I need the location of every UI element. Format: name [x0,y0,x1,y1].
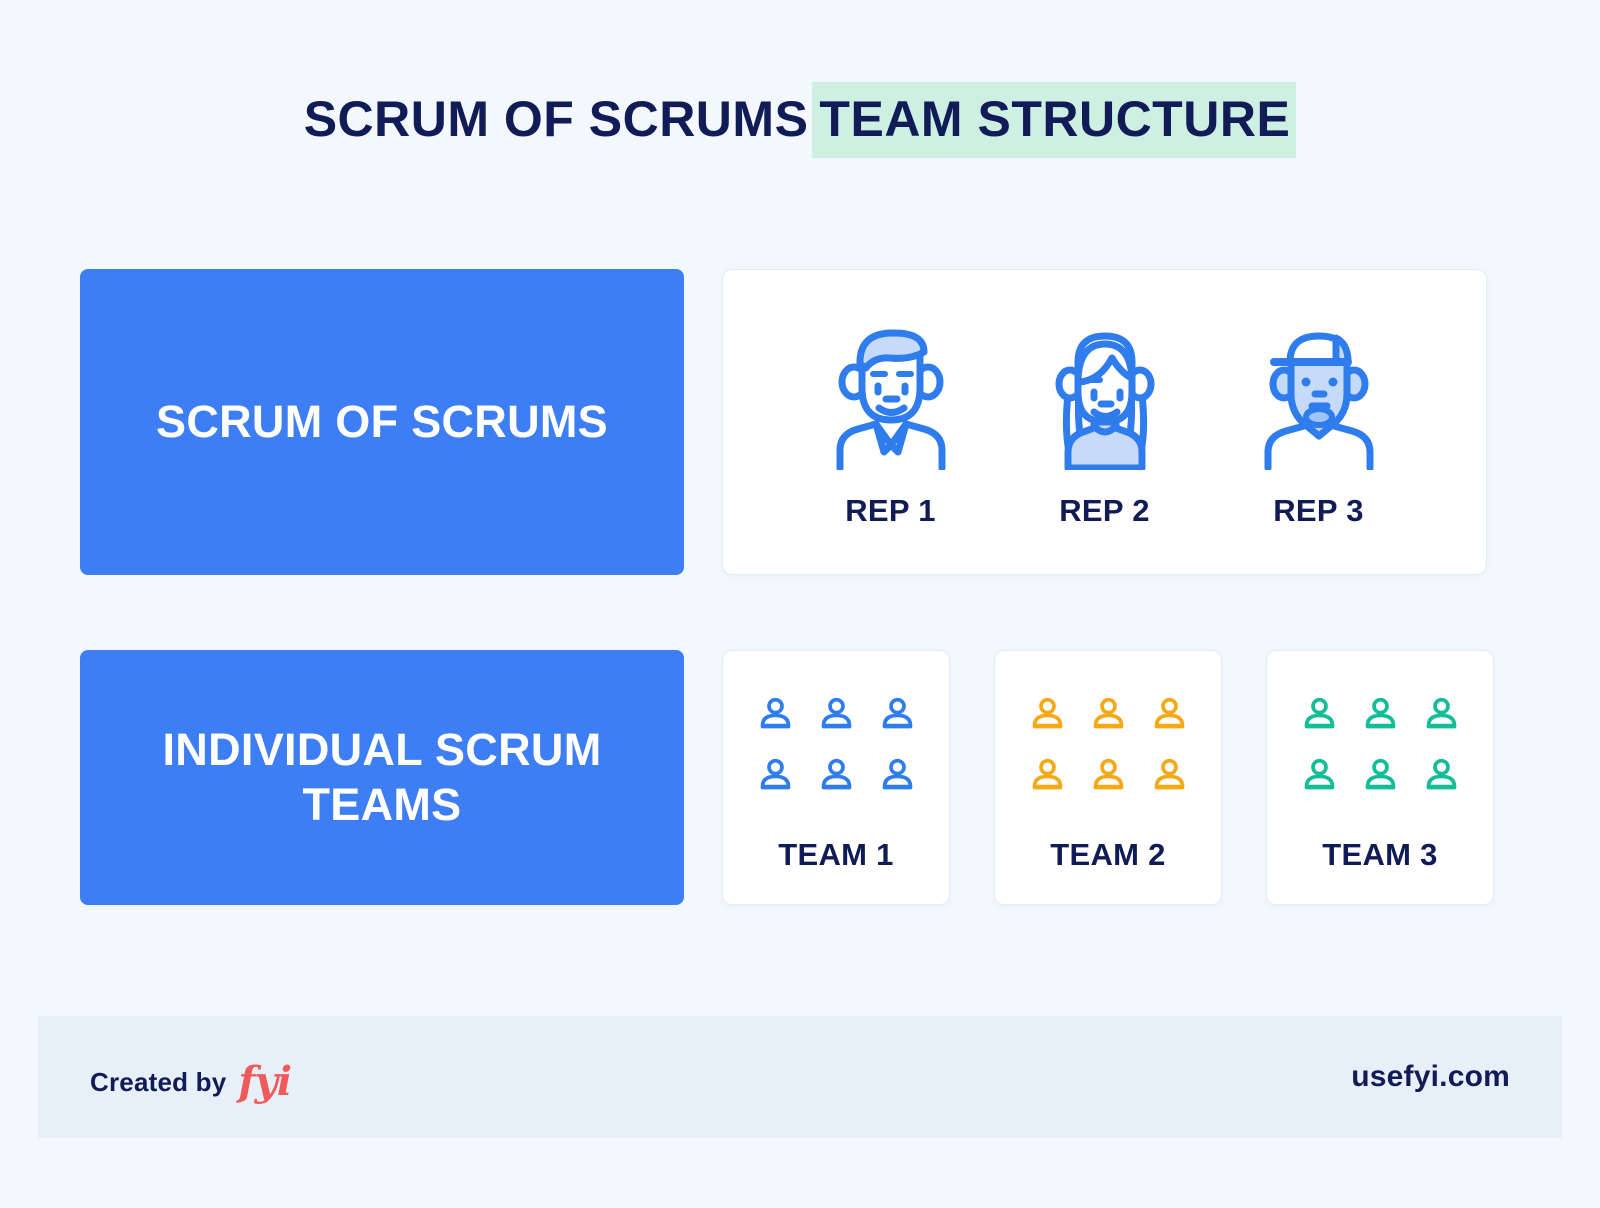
team-1-members [747,686,925,803]
scrum-of-scrums-label-box: SCRUM OF SCRUMS [80,269,684,575]
representatives-card: REP 1 REP 2 REP 3 [722,269,1487,575]
team-2-label: TEAM 2 [1050,837,1166,872]
credit-block: Created by fyi [90,1054,292,1105]
person-icon [1151,757,1188,794]
person-icon [757,696,794,733]
person-icon [1423,696,1460,733]
credit-label: Created by [90,1066,227,1097]
page-title: SCRUM OF SCRUMS TEAM STRUCTURE [0,82,1600,158]
person-icon [1423,757,1460,794]
person-icon [1362,696,1399,733]
avatar-man-short-hair-icon [832,322,950,471]
team-3-members [1291,686,1469,803]
person-icon [1090,696,1127,733]
teams-strip: TEAM 1 TEAM 2 TEAM 3 [722,650,1494,905]
team-card-1[interactable]: TEAM 1 [722,650,950,905]
representative-1-label: REP 1 [845,492,936,528]
team-1-label: TEAM 1 [778,837,894,872]
person-icon [1301,757,1338,794]
person-icon [1029,696,1066,733]
representative-3-label: REP 3 [1273,492,1364,528]
person-icon [1029,757,1066,794]
person-icon [879,757,916,794]
footer-band: Created by fyi usefyi.com [38,1016,1562,1138]
person-icon [1301,696,1338,733]
representative-2-label: REP 2 [1059,492,1150,528]
page-title-highlighted: TEAM STRUCTURE [812,82,1297,158]
site-url[interactable]: usefyi.com [1351,1060,1510,1094]
person-icon [818,696,855,733]
person-icon [757,757,794,794]
person-icon [1151,696,1188,733]
person-icon [818,757,855,794]
fyi-logo: fyi [238,1057,292,1105]
person-icon [1362,757,1399,794]
page-title-plain: SCRUM OF SCRUMS [303,91,809,147]
person-icon [879,696,916,733]
person-icon [1090,757,1127,794]
team-2-members [1019,686,1197,803]
team-card-3[interactable]: TEAM 3 [1266,650,1494,905]
representative-1[interactable]: REP 1 [832,322,950,529]
scrum-of-scrums-row: SCRUM OF SCRUMS REP 1 REP 2 REP 3 [80,269,1487,575]
avatar-man-cap-beard-icon [1260,322,1378,471]
team-card-2[interactable]: TEAM 2 [994,650,1222,905]
representative-3[interactable]: REP 3 [1260,322,1378,529]
individual-scrum-teams-row: INDIVIDUAL SCRUM TEAMS TEAM 1 TEAM 2 TEA… [80,650,1494,905]
avatar-woman-long-hair-icon [1046,322,1164,471]
team-3-label: TEAM 3 [1322,837,1438,872]
individual-scrum-teams-label-box: INDIVIDUAL SCRUM TEAMS [80,650,684,905]
representative-2[interactable]: REP 2 [1046,322,1164,529]
